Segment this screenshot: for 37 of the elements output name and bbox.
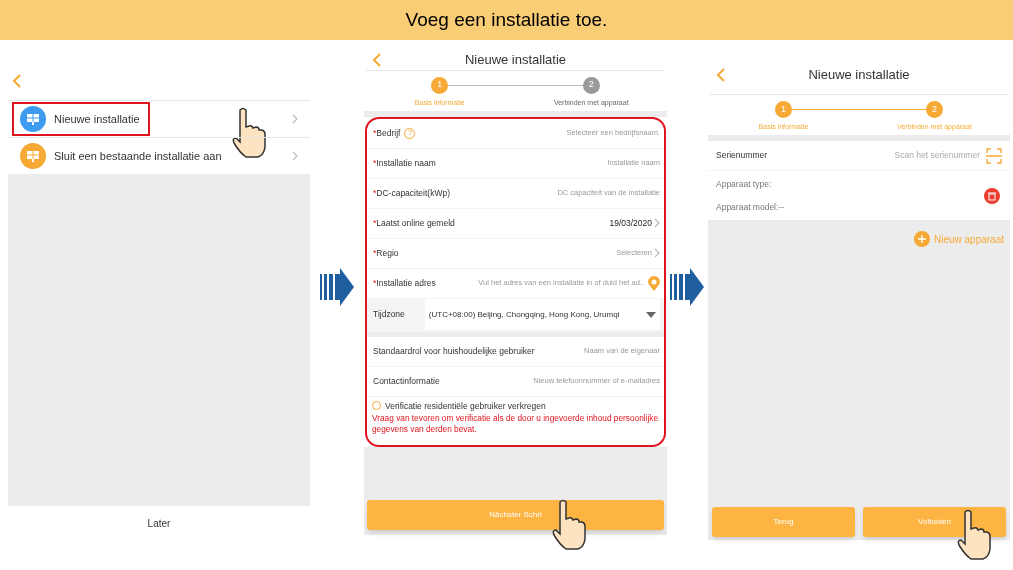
delete-icon bbox=[984, 187, 1000, 204]
field-label: Tijdzone bbox=[373, 308, 405, 321]
location-pin-icon bbox=[648, 275, 660, 291]
arrow-icon bbox=[320, 268, 354, 306]
field-label: *Bedrijf bbox=[373, 126, 401, 140]
banner-title: Voeg een installatie toe. bbox=[405, 7, 608, 32]
field-label: *Laatst online gemeld bbox=[373, 216, 455, 230]
screen-title: Nieuwe installatie bbox=[464, 51, 567, 69]
menu-item[interactable]: Nieuwe installatie bbox=[8, 100, 310, 137]
field-label: *Installatie adres bbox=[373, 276, 436, 290]
field-value: 19/03/2020 bbox=[609, 216, 652, 230]
timezone-dropdown[interactable]: (UTC+08:00) Beijing, Chongqing, Hong Kong, Urumqi bbox=[424, 299, 660, 330]
field-label: *Installatie naam bbox=[373, 156, 436, 170]
warning-text: Vraag van tevoren om verificatie als de door u ingevoerde inhoud persoonlijke gegevens van derden bevat. bbox=[371, 412, 660, 437]
field-placeholder: Scan het serienummer bbox=[894, 149, 980, 162]
device-info-text: Apparaat model:-- bbox=[716, 200, 786, 214]
form-row[interactable]: *Laatst online gemeld 19/03/2020 bbox=[367, 208, 664, 239]
later-button[interactable]: Later bbox=[139, 515, 179, 531]
arrow-icon bbox=[670, 268, 704, 306]
field-label: Standaardrol voor huishoudelijke gebruiker bbox=[373, 344, 535, 358]
back-icon bbox=[12, 73, 22, 89]
radio-label: Verificatie residentiële gebruiker verkregen bbox=[385, 399, 546, 413]
field-label: Serienummer bbox=[716, 149, 768, 162]
device-info-text: Apparaat type: bbox=[716, 177, 773, 191]
screen-title: Nieuwe installatie bbox=[808, 65, 910, 84]
scan-icon bbox=[986, 147, 1002, 164]
field-label: *Regio bbox=[373, 246, 399, 260]
chevron-right-icon bbox=[292, 114, 298, 124]
chevron-right-icon bbox=[292, 151, 298, 161]
chevron-right-icon bbox=[654, 248, 660, 258]
dropdown-triangle-icon bbox=[646, 311, 656, 318]
field-label: Contactinformatie bbox=[373, 374, 440, 388]
chevron-right-icon bbox=[654, 218, 660, 228]
back-icon bbox=[372, 51, 382, 68]
field-label: *DC-capaciteit(kWp) bbox=[373, 186, 450, 200]
back-icon bbox=[716, 66, 726, 83]
plus-icon bbox=[913, 231, 930, 247]
